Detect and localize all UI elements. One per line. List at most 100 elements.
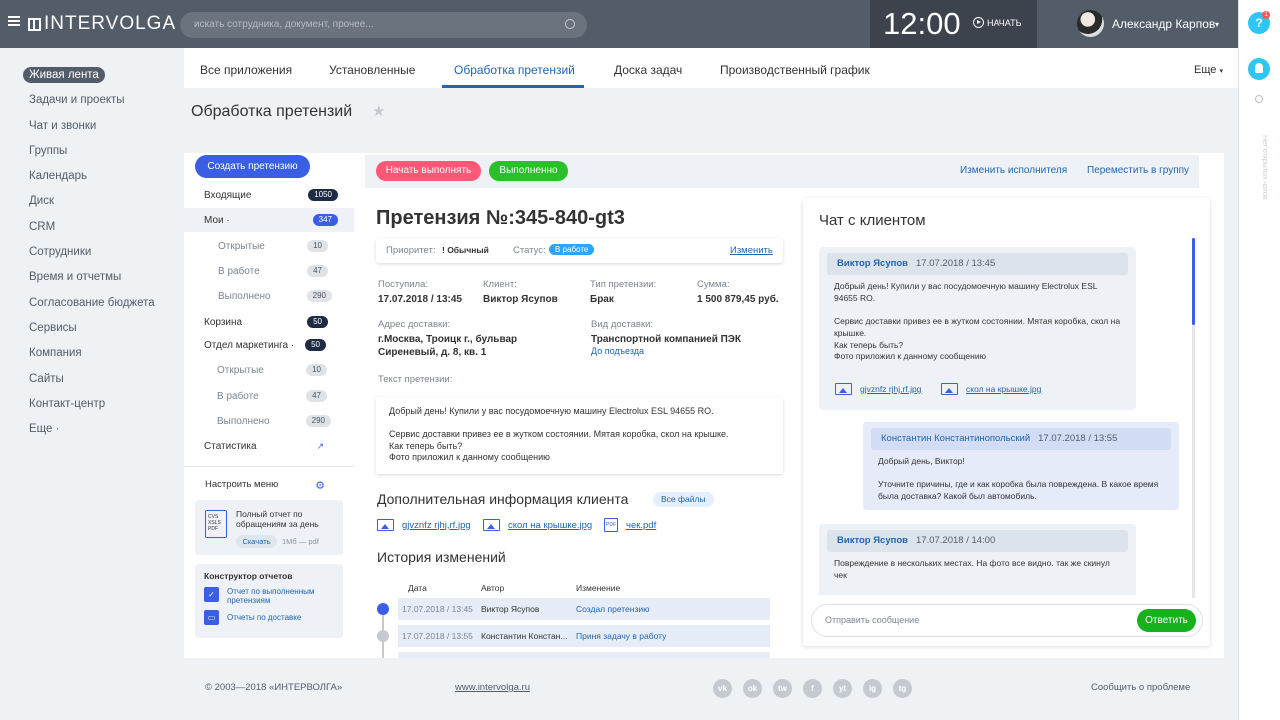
- message-author[interactable]: Виктор Ясупов: [837, 258, 908, 269]
- tab-installed[interactable]: Установленные: [329, 63, 415, 77]
- file-link[interactable]: скол на крышке.jpg: [483, 519, 592, 531]
- folder-marketing-in-progress[interactable]: В работе 47: [217, 388, 327, 404]
- folder-marketing-done[interactable]: Выполнено 290: [217, 413, 331, 429]
- folder-mine-open[interactable]: Открытые 10: [218, 238, 328, 254]
- file-link[interactable]: gjvznfz rjhj,rf.jpg: [835, 383, 921, 395]
- folder-marketing-open[interactable]: Открытые 10: [217, 362, 327, 378]
- message-body: Добрый день, Виктор! Уточните причины, г…: [863, 450, 1179, 509]
- claim-title: Претензия №:345-840-gt3: [376, 207, 625, 229]
- history-author: Виктор Ясупов: [481, 604, 540, 614]
- tab-all-apps[interactable]: Все приложения: [200, 63, 292, 77]
- history-author: Константин Констан...: [481, 631, 568, 641]
- change-link[interactable]: Изменить: [730, 245, 773, 256]
- facebook-icon[interactable]: f: [803, 679, 822, 698]
- menu-icon[interactable]: [8, 16, 20, 26]
- completed-button[interactable]: Выполненно: [489, 161, 568, 181]
- caret-down-icon[interactable]: ▾: [1215, 20, 1219, 29]
- logo[interactable]: INTERVOLGA: [28, 13, 176, 35]
- avatar[interactable]: [1077, 10, 1104, 37]
- download-button[interactable]: Скачать: [236, 535, 277, 548]
- sidebar-item-tasks[interactable]: Задачи и проекты: [22, 91, 182, 116]
- folder-count: 47: [306, 390, 327, 402]
- status-label: Статус:: [513, 245, 546, 256]
- bell-icon[interactable]: [1248, 58, 1270, 80]
- amount-label: Сумма:: [697, 279, 730, 290]
- table-row: 17.07.2018 / 13:45 Виктор Ясупов Создал …: [398, 598, 770, 620]
- sidebar-item-chat[interactable]: Чат и звонки: [22, 117, 182, 142]
- twitter-icon[interactable]: tw: [773, 679, 792, 698]
- message-line: Добрый день, Виктор!: [878, 456, 965, 466]
- sidebar-item-sites[interactable]: Сайты: [22, 370, 182, 395]
- change-executor-link[interactable]: Изменить исполнителя: [960, 165, 1067, 176]
- message-line: Фото приложил к данному сообщению: [834, 351, 986, 362]
- sidebar-item-time[interactable]: Время и отчетмы: [22, 268, 182, 293]
- history-title: История изменений: [377, 549, 506, 565]
- all-files-button[interactable]: Все файлы: [653, 492, 714, 507]
- configure-menu[interactable]: Настроить меню ⚙: [205, 479, 325, 492]
- sidebar-item-contact-center[interactable]: Контакт-центр: [22, 395, 182, 420]
- vk-icon[interactable]: vk: [713, 679, 732, 698]
- chat-message: Виктор Ясупов 17.07.2018 / 14:00 Поврежде…: [819, 524, 1136, 595]
- message-author[interactable]: Виктор Ясупов: [837, 535, 908, 546]
- search-icon[interactable]: [1255, 95, 1263, 103]
- file-link[interactable]: скол на крышке.jpg: [941, 383, 1041, 395]
- chat-message: Виктор Ясупов 17.07.2018 / 13:45 Добрый д…: [819, 247, 1136, 410]
- folder-mine[interactable]: Мои · 347: [204, 212, 338, 228]
- delivery-link[interactable]: До подъезда: [591, 346, 644, 356]
- folder-trash[interactable]: Корзина 50: [204, 314, 328, 330]
- sidebar-item-services[interactable]: Сервисы: [22, 319, 182, 344]
- sidebar-item-calendar[interactable]: Календарь: [22, 167, 182, 192]
- folder-mine-in-progress[interactable]: В работе 47: [218, 263, 328, 279]
- chat-title: Чат с клиентом: [819, 212, 926, 229]
- sidebar-item-crm[interactable]: CRM: [22, 218, 182, 243]
- chart-icon: ↗: [316, 440, 324, 451]
- folder-marketing[interactable]: Отдел маркетинга · 50: [204, 337, 326, 353]
- folder-label: В работе: [217, 390, 259, 402]
- folder-mine-done[interactable]: Выполнено 290: [218, 288, 332, 304]
- ok-icon[interactable]: ok: [743, 679, 762, 698]
- report-title: Полный отчет по обращениям за день: [236, 509, 319, 529]
- folder-statistics[interactable]: Статистика ↗: [204, 438, 324, 454]
- tab-task-board[interactable]: Доска задач: [614, 63, 682, 77]
- folder-count: 47: [307, 265, 328, 277]
- folder-inbox[interactable]: Входящие 1050: [204, 187, 338, 203]
- history-change[interactable]: Создал претензию: [576, 604, 650, 614]
- sidebar-item-disk[interactable]: Диск: [22, 192, 182, 217]
- reply-button[interactable]: Ответить: [1137, 609, 1196, 632]
- user-name[interactable]: Александр Карпов: [1112, 17, 1215, 31]
- file-link[interactable]: gjvznfz rjhj,rf.jpg: [377, 519, 471, 531]
- sidebar-item-company[interactable]: Компания: [22, 344, 182, 369]
- start-execution-button[interactable]: Начать выполнять: [376, 161, 481, 181]
- sidebar-item-feed[interactable]: Живая лента: [22, 66, 182, 91]
- tab-schedule[interactable]: Производственный график: [720, 63, 870, 77]
- constructor-link-done[interactable]: ✓ Отчет по выполненным претензиям: [204, 587, 322, 605]
- report-problem-link[interactable]: Сообщить о проблеме: [1091, 682, 1190, 693]
- client-value: Виктор Ясупов: [483, 294, 558, 305]
- youtube-icon[interactable]: yt: [833, 679, 852, 698]
- start-workday-button[interactable]: НАЧАТЬ: [973, 17, 1022, 28]
- constructor-link-delivery[interactable]: ▭ Отчеты по доставке: [204, 610, 301, 625]
- site-link[interactable]: www.intervolga.ru: [455, 682, 530, 693]
- sidebar-item-employees[interactable]: Сотрудники: [22, 243, 182, 268]
- message-author[interactable]: Константин Константинопольский: [881, 433, 1030, 444]
- search-input[interactable]: искать сотрудника, документ, прочее...: [180, 12, 587, 38]
- tab-claims[interactable]: Обработка претензий: [454, 63, 575, 77]
- star-icon[interactable]: ★: [372, 102, 385, 120]
- history-change[interactable]: Приня задачу в работу: [576, 631, 666, 641]
- gear-icon[interactable]: ⚙: [315, 479, 325, 492]
- tabs-more-button[interactable]: Еще ▾: [1194, 64, 1223, 76]
- message-line: Уточните причины, где и как коробка была…: [878, 479, 1159, 502]
- sidebar-item-budget[interactable]: Согласование бюджета: [22, 294, 182, 319]
- move-to-group-link[interactable]: Переместить в группу: [1087, 165, 1189, 176]
- telegram-icon[interactable]: tg: [893, 679, 912, 698]
- chat-scrollbar[interactable]: [1192, 238, 1195, 325]
- sidebar-item-more[interactable]: Еще ·: [22, 420, 182, 445]
- instagram-icon[interactable]: ig: [863, 679, 882, 698]
- create-claim-button[interactable]: Создать претензию: [195, 155, 310, 178]
- file-link[interactable]: PDF чек.pdf: [604, 518, 656, 532]
- delivery-value: Транспортной компанией ПЭК: [591, 334, 742, 345]
- claim-text-label: Текст претензии:: [378, 374, 453, 385]
- sidebar-item-groups[interactable]: Группы: [22, 142, 182, 167]
- sidebar-item-label: Живая лента: [23, 67, 105, 83]
- priority-status-bar: Приоритет: ! Обычный Статус: В работе Из…: [376, 238, 783, 263]
